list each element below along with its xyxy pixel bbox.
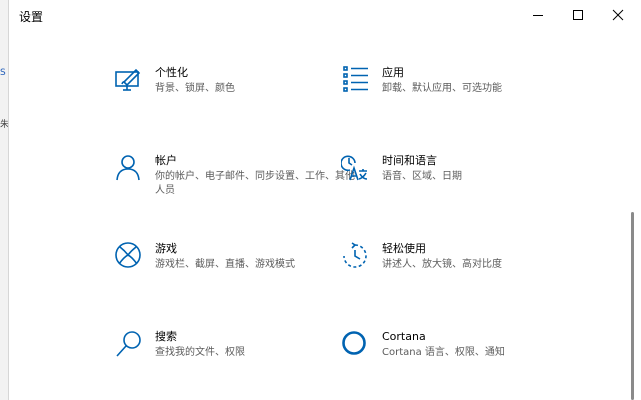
accounts-icon bbox=[114, 154, 144, 184]
category-search[interactable]: 搜索 查找我的文件、权限 bbox=[114, 330, 354, 380]
category-time-language[interactable]: 时间和语言 语音、区域、日期 bbox=[341, 154, 581, 204]
title-bar[interactable]: 设置 bbox=[9, 0, 641, 30]
category-personalization[interactable]: 个性化 背景、锁屏、颜色 bbox=[114, 66, 354, 116]
category-title: Cortana bbox=[382, 330, 426, 343]
category-accounts[interactable]: 帐户 你的帐户、电子邮件、同步设置、工作、其他人员 bbox=[114, 154, 355, 204]
category-title: 时间和语言 bbox=[382, 154, 437, 167]
vertical-scrollbar[interactable] bbox=[631, 212, 634, 400]
settings-window: 设置 个性化 背景、锁屏、颜色 应用 卸载、默认应用、可选功能 帐户 你的帐户、… bbox=[8, 0, 641, 400]
apps-icon bbox=[341, 66, 371, 96]
category-title: 帐户 bbox=[155, 154, 177, 167]
category-title: 个性化 bbox=[155, 66, 188, 79]
search-icon bbox=[114, 330, 144, 360]
category-description: 你的帐户、电子邮件、同步设置、工作、其他人员 bbox=[155, 171, 355, 196]
personalization-icon bbox=[114, 66, 144, 96]
minimize-icon bbox=[533, 15, 543, 16]
ease-of-access-icon bbox=[341, 242, 371, 272]
cortana-icon bbox=[341, 330, 371, 360]
category-description: 背景、锁屏、颜色 bbox=[155, 83, 235, 94]
close-icon bbox=[612, 9, 624, 21]
gaming-icon bbox=[114, 242, 144, 272]
category-title: 搜索 bbox=[155, 330, 177, 343]
time-language-icon bbox=[341, 154, 371, 184]
category-gaming[interactable]: 游戏 游戏栏、截屏、直播、游戏模式 bbox=[114, 242, 354, 292]
category-description: 查找我的文件、权限 bbox=[155, 347, 245, 358]
category-description: 游戏栏、截屏、直播、游戏模式 bbox=[155, 259, 295, 270]
category-title: 轻松使用 bbox=[382, 242, 426, 255]
category-description: 讲述人、放大镜、高对比度 bbox=[382, 259, 502, 270]
background-text-fragment: 朱 bbox=[0, 120, 8, 130]
category-title: 应用 bbox=[382, 66, 404, 79]
window-title: 设置 bbox=[19, 10, 44, 24]
category-apps[interactable]: 应用 卸载、默认应用、可选功能 bbox=[341, 66, 581, 116]
category-description: 卸载、默认应用、可选功能 bbox=[382, 83, 502, 94]
category-description: 语音、区域、日期 bbox=[382, 171, 462, 182]
category-ease-of-access[interactable]: 轻松使用 讲述人、放大镜、高对比度 bbox=[341, 242, 581, 292]
category-cortana[interactable]: Cortana Cortana 语言、权限、通知 bbox=[341, 330, 581, 380]
category-description: Cortana 语言、权限、通知 bbox=[382, 347, 505, 358]
category-title: 游戏 bbox=[155, 242, 177, 255]
close-button[interactable] bbox=[595, 0, 641, 30]
background-text-fragment: S bbox=[0, 68, 6, 78]
maximize-icon bbox=[573, 10, 583, 20]
